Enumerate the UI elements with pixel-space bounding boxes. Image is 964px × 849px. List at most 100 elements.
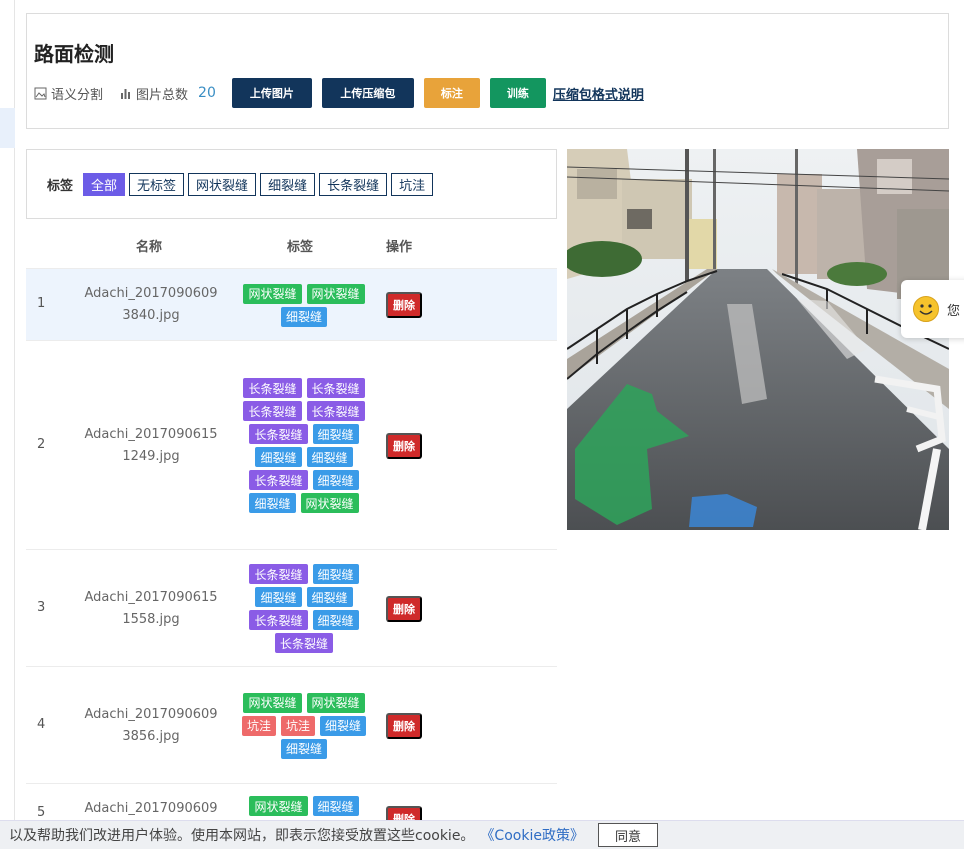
long-crack-tag: 长条裂缝 — [249, 470, 308, 490]
row-index: 5 — [37, 805, 46, 820]
delete-button[interactable]: 删除 — [386, 432, 422, 459]
row-filename-line1: Adachi_2017090609 — [84, 286, 218, 301]
image-total: 图片总数 20 — [119, 84, 216, 103]
delete-button[interactable]: 删除 — [386, 712, 422, 739]
fine-crack-tag: 细裂缝 — [320, 715, 367, 736]
task-type-label: 语义分割 — [51, 87, 104, 103]
page-title: 路面检测 — [34, 42, 114, 66]
smiley-icon — [913, 296, 939, 322]
task-type: 语义分割 — [34, 84, 103, 103]
filter-chip-long-crack[interactable]: 长条裂缝 — [319, 172, 388, 196]
annotate-button[interactable]: 标注 — [423, 78, 480, 108]
table-row[interactable]: 4 Adachi_2017090609 3856.jpg 网状裂缝 网状裂缝 坑洼 坑洼 细裂… — [26, 666, 557, 783]
mesh-crack-tag: 网状裂缝 — [306, 283, 365, 304]
pothole-tag: 坑洼 — [241, 715, 276, 736]
cookie-agree-button[interactable]: 同意 — [597, 823, 658, 847]
mesh-crack-tag: 网状裂缝 — [249, 796, 308, 816]
fine-crack-tag: 细裂缝 — [306, 447, 353, 467]
fine-crack-tag: 细裂缝 — [255, 587, 302, 607]
row-filename-line1: Adachi_2017090615 — [84, 589, 218, 605]
row-tag-list: 长条裂缝 长条裂缝 长条裂缝 长条裂缝 长条裂缝 细裂缝 细裂缝 细裂缝 长条裂缝 细裂缝 细裂缝网… — [236, 378, 372, 513]
long-crack-tag: 长条裂缝 — [306, 401, 365, 421]
filter-chip-all[interactable]: 全部 — [83, 172, 126, 196]
delete-button[interactable]: 删除 — [386, 595, 422, 622]
image-total-label: 图片总数 — [136, 87, 189, 103]
column-ops: 操作 — [386, 240, 413, 255]
left-nav-active-item[interactable] — [0, 108, 15, 148]
filter-chip-mesh-crack[interactable]: 网状裂缝 — [188, 172, 257, 196]
column-tags: 标签 — [287, 240, 314, 255]
row-filename: Adachi_2017090609 — [81, 798, 221, 820]
cookie-banner: ，以及帮助我们改进用户体验。使用本网站，即表示您接受放置这些cookie。 《C… — [0, 820, 964, 849]
row-index: 1 — [37, 296, 46, 311]
fine-crack-tag: 细裂缝 — [249, 493, 296, 513]
filter-chip-fine-crack[interactable]: 细裂缝 — [260, 172, 316, 196]
row-filename: Adachi_2017090615 1249.jpg — [81, 424, 221, 468]
fine-crack-tag: 细裂缝 — [280, 738, 327, 759]
fine-crack-tag: 细裂缝 — [280, 306, 327, 327]
filter-chip-pothole[interactable]: 坑洼 — [391, 172, 434, 196]
row-filename-line2: 3856.jpg — [122, 728, 180, 744]
long-crack-tag: 长条裂缝 — [249, 564, 308, 584]
table-header: 名称 标签 操作 — [26, 219, 557, 268]
train-button[interactable]: 训练 — [489, 78, 546, 108]
row-filename: Adachi_2017090609 3856.jpg — [81, 704, 221, 748]
fine-crack-tag: 细裂缝 — [312, 796, 359, 816]
header-meta-row: 语义分割 图片总数 20 上传图片 上传压缩包 标注 训练 压缩包格式说明 — [34, 78, 644, 108]
upload-zip-button[interactable]: 上传压缩包 — [321, 78, 414, 108]
fine-crack-tag: 细裂缝 — [312, 424, 359, 444]
row-index: 2 — [37, 436, 46, 452]
cookie-text: ，以及帮助我们改进用户体验。使用本网站，即表示您接受放置这些cookie。 — [0, 828, 475, 844]
row-tag-list: 网状裂缝 细裂缝 — [236, 796, 372, 816]
row-index: 4 — [37, 716, 46, 732]
image-total-count: 20 — [198, 85, 216, 101]
table-row[interactable]: 1 Adachi_2017090609 3840.jpg 网状裂缝 网状裂缝 细裂缝 删除 — [26, 268, 557, 340]
chat-text: 您 — [947, 303, 961, 319]
table-body: 1 Adachi_2017090609 3840.jpg 网状裂缝 网状裂缝 细裂缝 删除 2… — [26, 268, 557, 843]
row-tag-list: 网状裂缝 网状裂缝 坑洼 坑洼 细裂缝 细裂缝 — [236, 692, 372, 759]
row-filename-line2: 1249.jpg — [122, 448, 180, 464]
mesh-crack-tag: 网状裂缝 — [306, 692, 365, 713]
tag-filter: 标签 全部 无标签 网状裂缝 细裂缝 长条裂缝 坑洼 — [26, 149, 557, 219]
row-filename-line1: Adachi_2017090615 — [84, 426, 218, 442]
row-filename: Adachi_2017090615 1558.jpg — [81, 587, 221, 631]
mesh-crack-tag: 网状裂缝 — [243, 692, 302, 713]
row-filename-line1: Adachi_2017090609 — [84, 706, 218, 722]
road-photo — [567, 149, 949, 530]
mesh-crack-tag: 网状裂缝 — [300, 493, 359, 513]
zip-format-help-link[interactable]: 压缩包格式说明 — [553, 84, 644, 103]
fine-crack-tag: 细裂缝 — [312, 470, 359, 490]
mesh-crack-tag: 网状裂缝 — [243, 283, 302, 304]
preview-image[interactable] — [567, 149, 949, 530]
fine-crack-tag: 细裂缝 — [255, 447, 302, 467]
row-tag-list: 网状裂缝 网状裂缝 细裂缝 — [236, 283, 372, 327]
long-crack-tag: 长条裂缝 — [249, 610, 308, 630]
fine-crack-tag: 细裂缝 — [306, 587, 353, 607]
chat-widget[interactable]: 您 — [901, 280, 964, 338]
row-index: 3 — [37, 599, 46, 615]
left-nav-rail — [0, 0, 15, 849]
table-row[interactable]: 3 Adachi_2017090615 1558.jpg 长条裂缝 细裂缝 细裂缝 细裂缝长… — [26, 549, 557, 666]
fine-crack-tag: 细裂缝 — [312, 564, 359, 584]
bar-chart-icon — [121, 88, 131, 99]
upload-image-button[interactable]: 上传图片 — [231, 78, 312, 108]
row-filename-line1: Adachi_2017090609 — [84, 801, 218, 816]
row-filename-line2: 1558.jpg — [122, 611, 180, 627]
image-table: 名称 标签 操作 1 Adachi_2017090609 3840.jpg 网状裂缝网… — [26, 219, 557, 843]
project-header: 路面检测 语义分割 图片总数 20 上传图片 上传压缩包 标注 训练 压缩包格式… — [26, 13, 949, 129]
fine-crack-tag: 细裂缝 — [312, 610, 359, 630]
long-crack-tag: 长条裂缝 — [306, 378, 365, 398]
long-crack-tag: 长条裂缝 — [243, 401, 302, 421]
table-row[interactable]: 2 Adachi_2017090615 1249.jpg 长条裂缝 长条裂缝 长条裂缝 长条… — [26, 340, 557, 549]
tag-filter-label: 标签 — [47, 178, 74, 194]
column-name: 名称 — [136, 240, 163, 255]
row-filename: Adachi_2017090609 3840.jpg — [81, 283, 221, 327]
pothole-tag: 坑洼 — [280, 715, 315, 736]
filter-chip-untagged[interactable]: 无标签 — [129, 172, 185, 196]
row-filename-line2: 3840.jpg — [122, 308, 180, 323]
image-icon — [34, 87, 47, 99]
long-crack-tag: 长条裂缝 — [243, 378, 302, 398]
cookie-policy-link[interactable]: 《Cookie政策》 — [480, 825, 584, 845]
long-crack-tag: 长条裂缝 — [249, 424, 308, 444]
delete-button[interactable]: 删除 — [386, 292, 422, 318]
